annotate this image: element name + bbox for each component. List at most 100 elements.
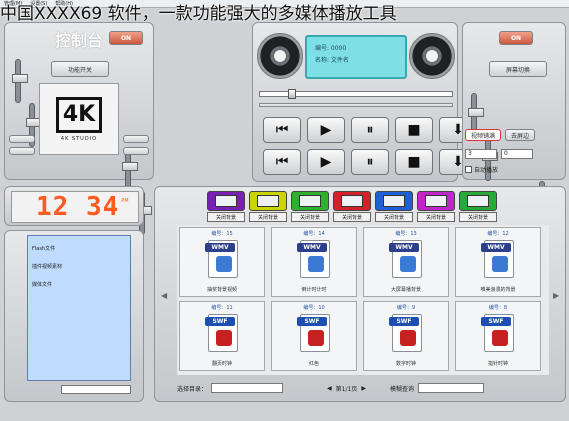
previous-button-2[interactable]: ⏮	[263, 149, 301, 175]
tile-number: 编号：11	[211, 305, 233, 311]
file-list-item[interactable]: Flash文件	[32, 240, 126, 258]
media-tile[interactable]: 编号：12 WMV 唯美浪漫的背景	[455, 227, 541, 297]
spin-box-1[interactable]: 3	[465, 149, 497, 159]
function-switch-button[interactable]: 功能开关	[51, 61, 109, 77]
auto-play-option[interactable]: 自动播放	[465, 165, 498, 174]
file-list: Flash文件 插件视频素材 媒体文件	[27, 235, 131, 381]
left-small-button-1[interactable]	[9, 135, 35, 143]
file-list-item[interactable]: 插件视频素材	[32, 258, 126, 276]
spin-box-2[interactable]: 0	[501, 149, 533, 159]
media-tile[interactable]: 编号：11 SWF 翻页时钟	[179, 301, 265, 371]
clock-panel: 12 34 PM	[4, 186, 144, 226]
category-item[interactable]: 关闭背景	[207, 191, 245, 222]
tile-number: 编号：9	[396, 305, 416, 311]
info-display: 编号: 0000 名称: 文件名	[305, 35, 407, 79]
media-tile[interactable]: 编号：13 WMV 大屏幕播背景	[363, 227, 449, 297]
volume-bar[interactable]	[259, 103, 453, 107]
page-next-icon[interactable]: ▶	[361, 385, 366, 392]
left-small-button-4[interactable]	[123, 147, 149, 155]
tile-number: 编号：15	[211, 231, 233, 237]
category-label[interactable]: 关闭背景	[333, 212, 371, 222]
logo-mark: 4K	[56, 96, 102, 133]
media-tile[interactable]: 编号：8 SWF 指针时钟	[455, 301, 541, 371]
image-caption: 中国XXXX69 软件，一款功能强大的多媒体播放工具	[0, 4, 397, 24]
directory-select[interactable]	[211, 383, 284, 393]
media-tile[interactable]: 编号：9 SWF 数字时钟	[363, 301, 449, 371]
wmv-file-icon: WMV	[389, 240, 422, 278]
stop-button[interactable]: ■	[395, 117, 433, 143]
category-item[interactable]: 关闭背景	[291, 191, 329, 222]
fill-video-button[interactable]: 视频铺满	[465, 129, 501, 141]
tile-caption: 抽奖背景视频	[206, 287, 237, 293]
left-small-button-2[interactable]	[9, 147, 35, 155]
transport-row-2: ⏮ ▶ ⏸ ■ ⬇	[263, 149, 477, 175]
category-label[interactable]: 关闭背景	[291, 212, 329, 222]
clock-time: 12 34	[36, 192, 120, 222]
category-item[interactable]: 关闭背景	[375, 191, 413, 222]
clock-display: 12 34 PM	[11, 191, 139, 223]
tile-number: 编号：10	[303, 305, 325, 311]
seek-bar[interactable]	[259, 89, 453, 99]
media-tile[interactable]: 编号：10 SWF 红色	[271, 301, 357, 371]
tile-caption: 大屏幕播背景	[390, 287, 421, 293]
screen-switch-button[interactable]: 屏幕切换	[489, 61, 547, 77]
right-speaker-icon	[409, 33, 455, 79]
pause-button[interactable]: ⏸	[351, 117, 389, 143]
category-label[interactable]: 关闭背景	[459, 212, 497, 222]
media-tile[interactable]: 编号：15 WMV 抽奖背景视频	[179, 227, 265, 297]
category-swatch[interactable]	[417, 191, 455, 211]
left-control-panel: 控制台 ON 功能开关 4K 4K STUDIO	[4, 22, 154, 235]
file-list-input[interactable]	[61, 385, 131, 394]
remove-border-button[interactable]: 去屏边	[505, 129, 535, 141]
category-label[interactable]: 关闭背景	[417, 212, 455, 222]
previous-button[interactable]: ⏮	[263, 117, 301, 143]
category-swatch[interactable]	[459, 191, 497, 211]
file-list-item[interactable]: 媒体文件	[32, 276, 126, 294]
studio-logo: 4K 4K STUDIO	[39, 83, 119, 155]
tile-caption: 指针时钟	[487, 361, 508, 367]
right-control-panel: ON 屏幕切换 视频铺满 去屏边 3 0 自动播放	[462, 22, 566, 269]
category-swatch[interactable]	[375, 191, 413, 211]
category-swatch[interactable]	[249, 191, 287, 211]
media-grid: 编号：15 WMV 抽奖背景视频 编号：14 WMV 倒计时计时 编号：13 W…	[177, 225, 549, 375]
next-page-arrow-icon[interactable]: ▶	[553, 291, 559, 300]
console-title: 控制台	[55, 31, 104, 50]
page-prev-icon[interactable]: ◀	[327, 385, 332, 392]
player-panel: 编号: 0000 名称: 文件名 ⏮ ▶ ⏸ ■ ⬇ ⏮ ▶ ⏸ ■ ⬇	[252, 22, 477, 182]
media-browser: 关闭背景 关闭背景 关闭背景 关闭背景 关闭背景 关闭背景 关闭背景 ◀ ▶ 编…	[154, 186, 566, 402]
category-item[interactable]: 关闭背景	[417, 191, 455, 222]
category-swatch[interactable]	[333, 191, 371, 211]
category-swatch[interactable]	[291, 191, 329, 211]
left-slider-1[interactable]	[12, 59, 28, 103]
swf-file-icon: SWF	[205, 314, 238, 352]
pause-button-2[interactable]: ⏸	[351, 149, 389, 175]
search-input[interactable]	[417, 383, 484, 393]
category-item[interactable]: 关闭背景	[333, 191, 371, 222]
right-power-button[interactable]: ON	[499, 31, 533, 45]
media-tile[interactable]: 编号：14 WMV 倒计时计时	[271, 227, 357, 297]
tile-caption: 唯美浪漫的背景	[480, 287, 516, 293]
prev-page-arrow-icon[interactable]: ◀	[161, 291, 167, 300]
category-label[interactable]: 关闭背景	[207, 212, 245, 222]
category-swatch[interactable]	[207, 191, 245, 211]
left-small-button-3[interactable]	[123, 135, 149, 143]
tile-number: 编号：14	[303, 231, 325, 237]
page-indicator: 第1/1页	[335, 385, 358, 393]
category-label[interactable]: 关闭背景	[249, 212, 287, 222]
wmv-file-icon: WMV	[297, 240, 330, 278]
seek-thumb[interactable]	[288, 89, 296, 99]
auto-play-checkbox[interactable]	[465, 166, 472, 173]
wmv-file-icon: WMV	[205, 240, 238, 278]
play-button-2[interactable]: ▶	[307, 149, 345, 175]
bottom-bar: 选择目录： ◀ 第1/1页 ▶ 模糊查询	[177, 381, 549, 395]
play-button[interactable]: ▶	[307, 117, 345, 143]
left-power-button[interactable]: ON	[109, 31, 143, 45]
stop-button-2[interactable]: ■	[395, 149, 433, 175]
right-slider-2[interactable]	[482, 137, 498, 181]
swf-file-icon: SWF	[297, 314, 330, 352]
category-item[interactable]: 关闭背景	[459, 191, 497, 222]
category-label[interactable]: 关闭背景	[375, 212, 413, 222]
tile-caption: 数字时钟	[395, 361, 416, 367]
swf-file-icon: SWF	[481, 314, 514, 352]
category-item[interactable]: 关闭背景	[249, 191, 287, 222]
